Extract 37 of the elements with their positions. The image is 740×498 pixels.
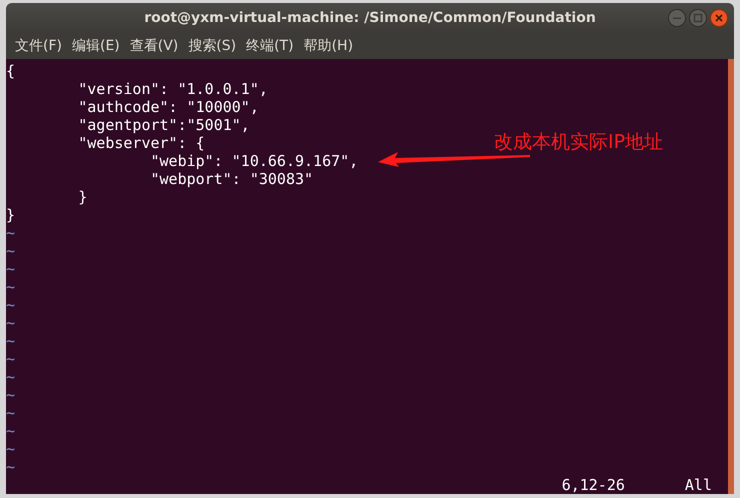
menu-item[interactable]: 帮助(H) bbox=[298, 36, 358, 55]
empty-line-marker: ~ bbox=[6, 224, 16, 242]
annotation-text: 改成本机实际IP地址 bbox=[494, 130, 664, 155]
code-line: "agentport":"5001", bbox=[77, 116, 250, 134]
minimize-button[interactable] bbox=[668, 9, 686, 27]
code-line: "webport": "30083" bbox=[150, 170, 314, 188]
code-line: "webip": "10.66.9.167", bbox=[150, 152, 358, 170]
empty-line-marker: ~ bbox=[6, 260, 16, 278]
empty-line-marker: ~ bbox=[6, 386, 16, 404]
empty-line-marker: ~ bbox=[6, 242, 16, 260]
empty-line-marker: ~ bbox=[6, 404, 16, 422]
menu-item[interactable]: 查看(V) bbox=[124, 36, 184, 55]
arrow-icon bbox=[378, 151, 530, 167]
scroll-position: All bbox=[684, 476, 712, 494]
empty-line-marker: ~ bbox=[6, 422, 16, 440]
cursor-position: 6,12-26 bbox=[562, 476, 625, 494]
code-line: } bbox=[6, 206, 16, 224]
menu-item[interactable]: 编辑(E) bbox=[66, 36, 125, 55]
empty-line-marker: ~ bbox=[6, 278, 16, 296]
empty-line-marker: ~ bbox=[6, 332, 16, 350]
empty-line-marker: ~ bbox=[6, 314, 16, 332]
menu-item[interactable]: 文件(F) bbox=[10, 36, 67, 55]
code-line: "version": "1.0.0.1", bbox=[77, 80, 268, 98]
empty-line-marker: ~ bbox=[6, 368, 16, 386]
empty-line-marker: ~ bbox=[6, 296, 16, 314]
window-title: root@yxm-virtual-machine: /Simone/Common/Foundation bbox=[144, 10, 596, 26]
code-line: } bbox=[77, 188, 88, 206]
code-line: "authcode": "10000", bbox=[77, 98, 259, 116]
menu-item[interactable]: 搜索(S) bbox=[183, 36, 242, 55]
maximize-button[interactable] bbox=[689, 9, 707, 27]
code-line: "webserver": { bbox=[77, 134, 205, 152]
code-line: { bbox=[6, 62, 16, 80]
close-button[interactable] bbox=[710, 9, 728, 27]
empty-line-marker: ~ bbox=[6, 350, 16, 368]
empty-line-marker: ~ bbox=[6, 440, 16, 458]
empty-line-marker: ~ bbox=[6, 458, 16, 476]
menu-item[interactable]: 终端(T) bbox=[241, 36, 299, 55]
